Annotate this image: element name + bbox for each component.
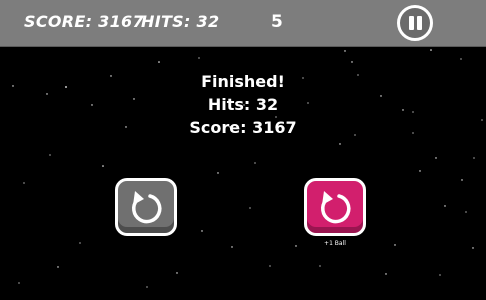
pause-icon [409, 16, 414, 30]
finished-title: Finished! [201, 72, 285, 91]
restart-plus-ball-button[interactable] [304, 178, 366, 236]
hits-display: HITS: 32 [141, 12, 220, 31]
final-hits: Hits: 32 [207, 95, 279, 114]
pause-button[interactable] [397, 5, 433, 41]
bonus-ball-label: +1 Ball [324, 240, 346, 247]
restart-icon [321, 191, 351, 224]
score-display: SCORE: 3167 [24, 12, 144, 31]
level-display: 5 [271, 12, 284, 32]
restart-button[interactable] [115, 178, 177, 236]
top-bar: SCORE: 3167 HITS: 32 5 [0, 0, 486, 47]
final-score: Score: 3167 [189, 118, 297, 137]
pause-icon-bar [417, 16, 422, 30]
restart-icon [132, 191, 162, 224]
